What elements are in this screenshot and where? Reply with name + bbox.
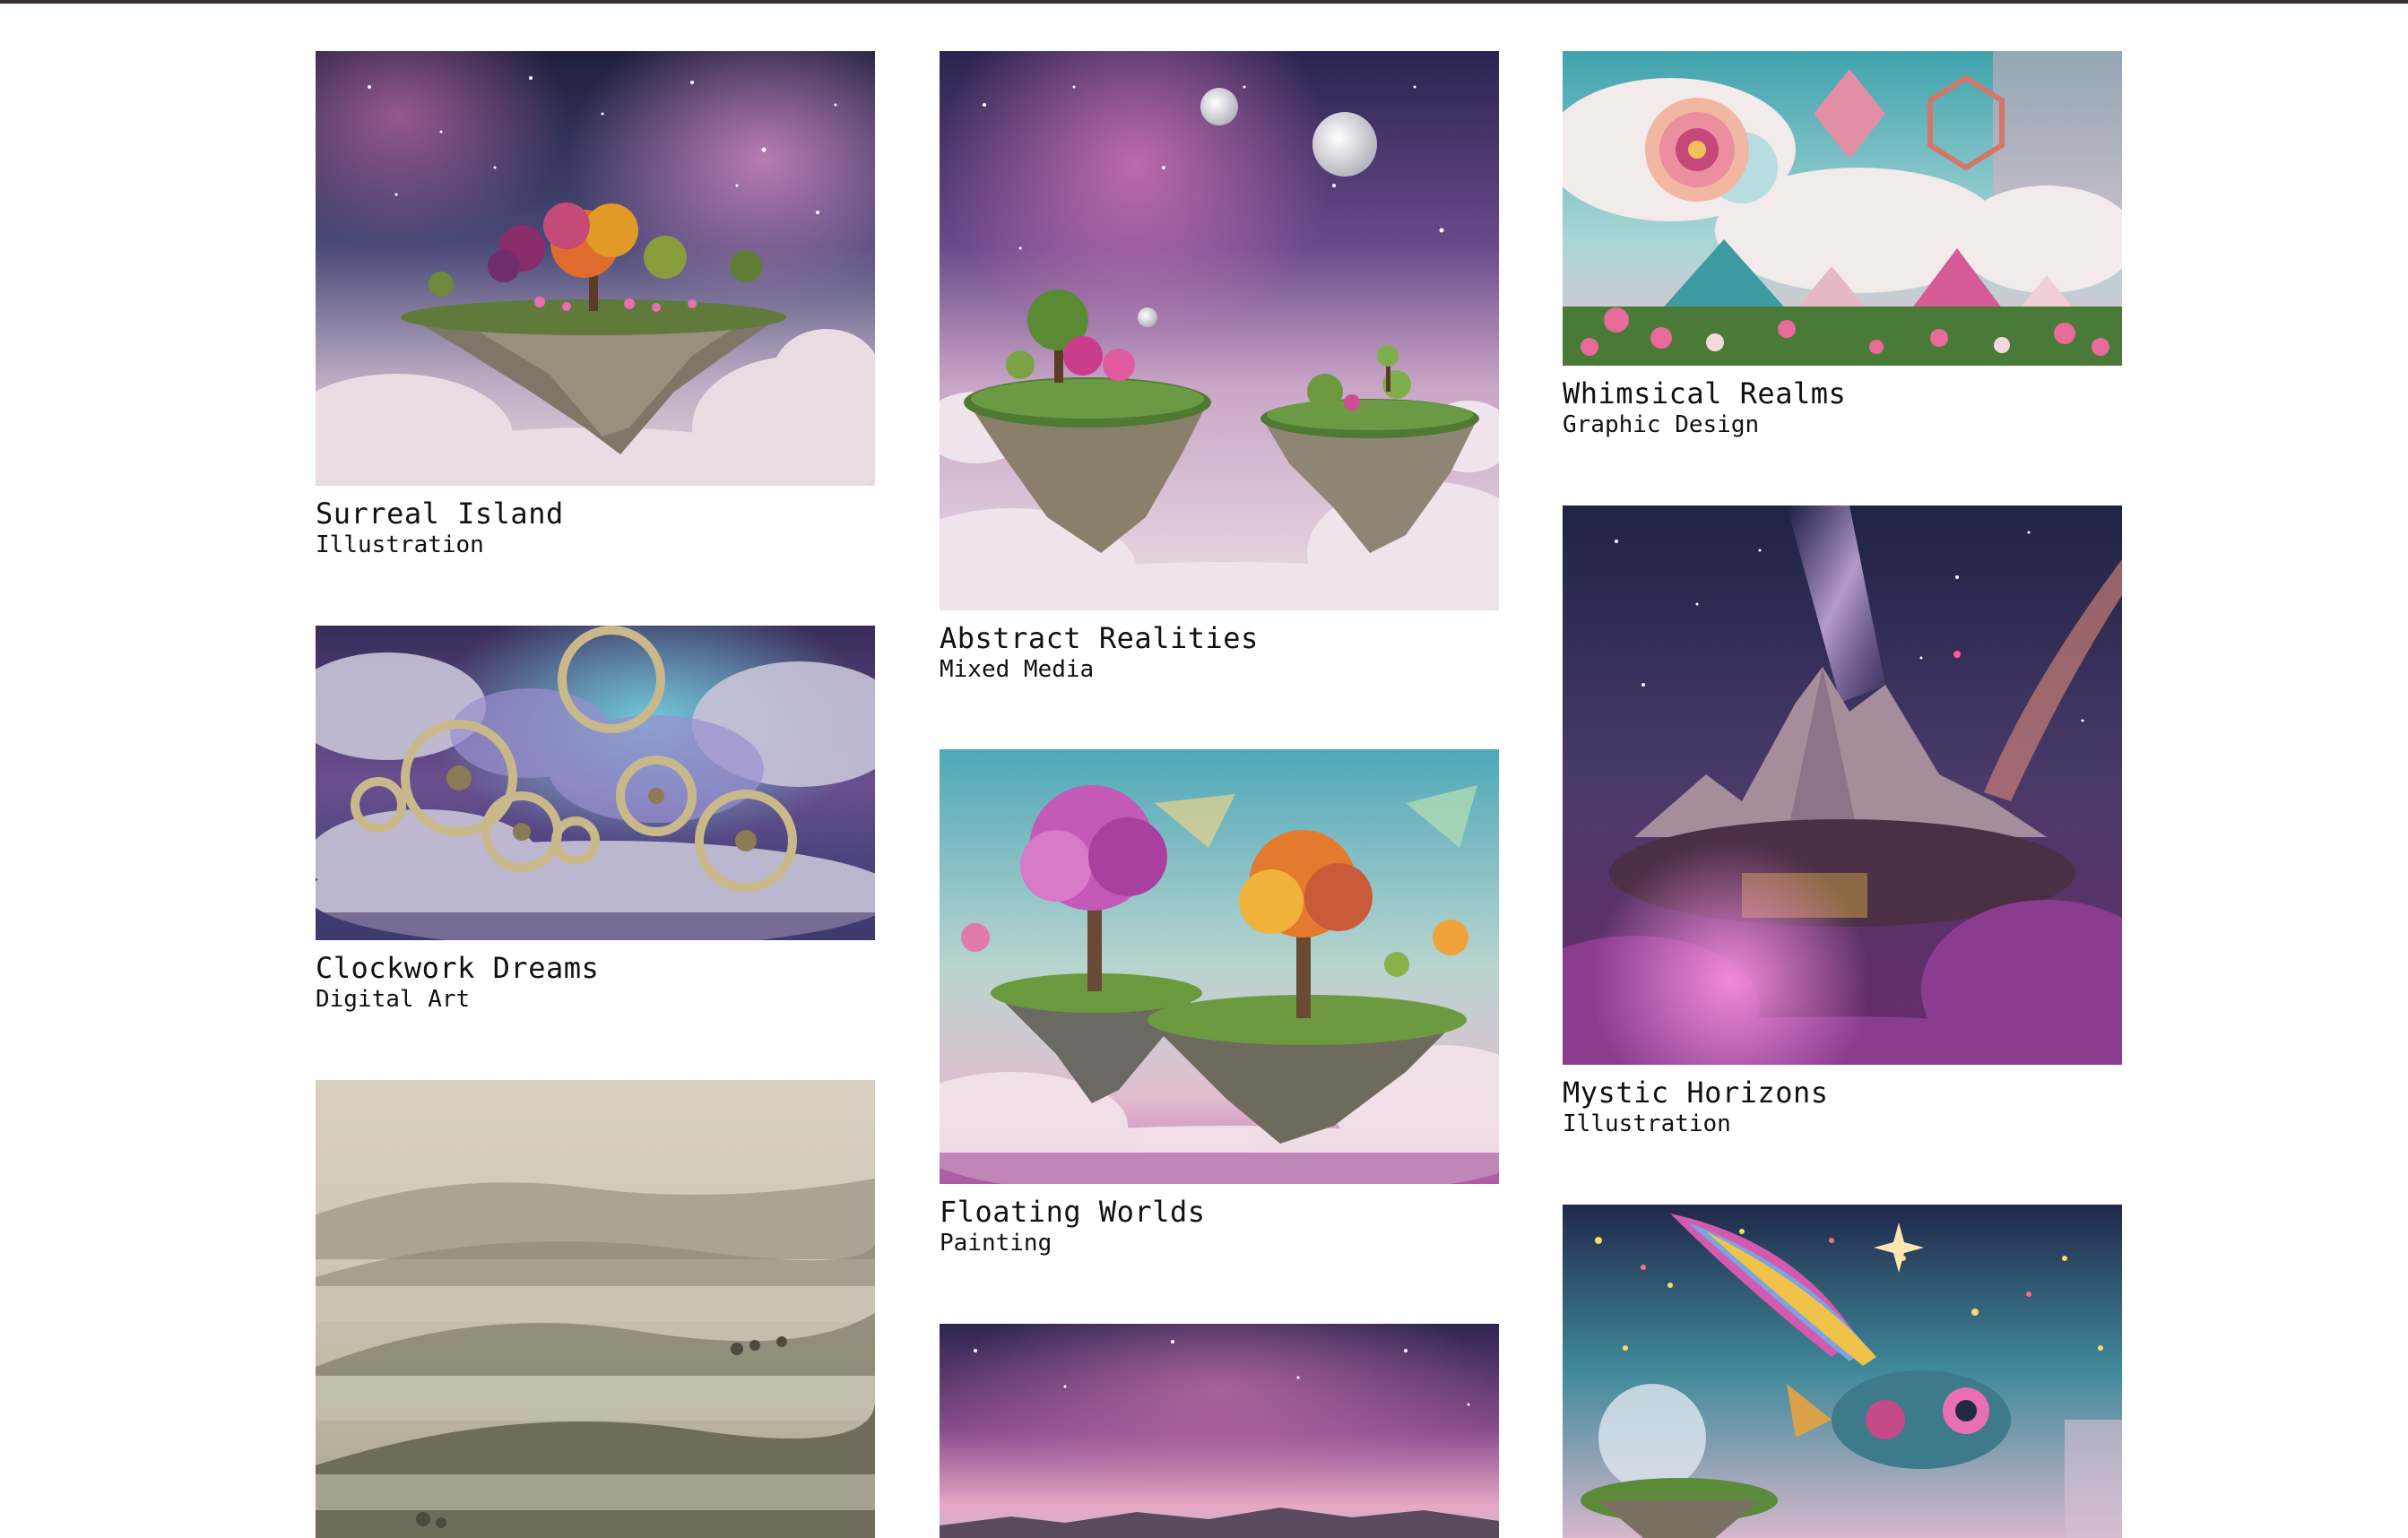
gallery-card-misty-hills[interactable]	[316, 1080, 875, 1538]
gallery-card-clockwork-dreams[interactable]: Clockwork Dreams Digital Art	[316, 626, 875, 1014]
artwork-category: Illustration	[1563, 1110, 1731, 1137]
artwork-category: Digital Art	[316, 986, 471, 1013]
artwork-title[interactable]: Floating Worlds	[940, 1195, 1499, 1229]
artwork-thumbnail[interactable]	[1563, 51, 2122, 366]
gallery-card-floating-worlds[interactable]: Floating Worlds Painting	[940, 749, 1499, 1257]
artwork-thumbnail[interactable]	[1563, 505, 2122, 1065]
artwork-thumbnail[interactable]	[940, 749, 1499, 1184]
gallery-card-surreal-island[interactable]: Surreal Island Illustration	[316, 51, 875, 559]
artwork-thumbnail[interactable]	[1563, 1205, 2122, 1538]
artwork-category: Graphic Design	[1563, 411, 1760, 438]
artwork-thumbnail[interactable]	[316, 1080, 875, 1538]
artwork-title[interactable]: Clockwork Dreams	[316, 951, 875, 985]
artwork-thumbnail[interactable]	[316, 51, 875, 486]
gallery-card-galaxy-horizon[interactable]	[940, 1324, 1499, 1538]
gallery-card-mystic-horizons[interactable]: Mystic Horizons Illustration	[1563, 505, 2122, 1138]
artwork-title[interactable]: Mystic Horizons	[1563, 1076, 2122, 1110]
gallery-card-rainbow-fish[interactable]	[1563, 1205, 2122, 1538]
artwork-title[interactable]: Surreal Island	[316, 497, 875, 531]
artwork-thumbnail[interactable]	[316, 626, 875, 940]
gallery-card-whimsical-realms[interactable]: Whimsical Realms Graphic Design	[1563, 51, 2122, 439]
gallery-grid: Surreal Island Illustration Clockwork Dr…	[0, 0, 2408, 1538]
gallery-card-abstract-realities[interactable]: Abstract Realities Mixed Media	[940, 51, 1499, 684]
artwork-category: Mixed Media	[940, 656, 1095, 683]
artwork-thumbnail[interactable]	[940, 1324, 1499, 1538]
artwork-title[interactable]: Whimsical Realms	[1563, 376, 2122, 410]
artwork-thumbnail[interactable]	[940, 51, 1499, 610]
artwork-category: Painting	[940, 1230, 1052, 1257]
artwork-title[interactable]: Abstract Realities	[940, 621, 1499, 655]
artwork-category: Illustration	[316, 531, 484, 558]
